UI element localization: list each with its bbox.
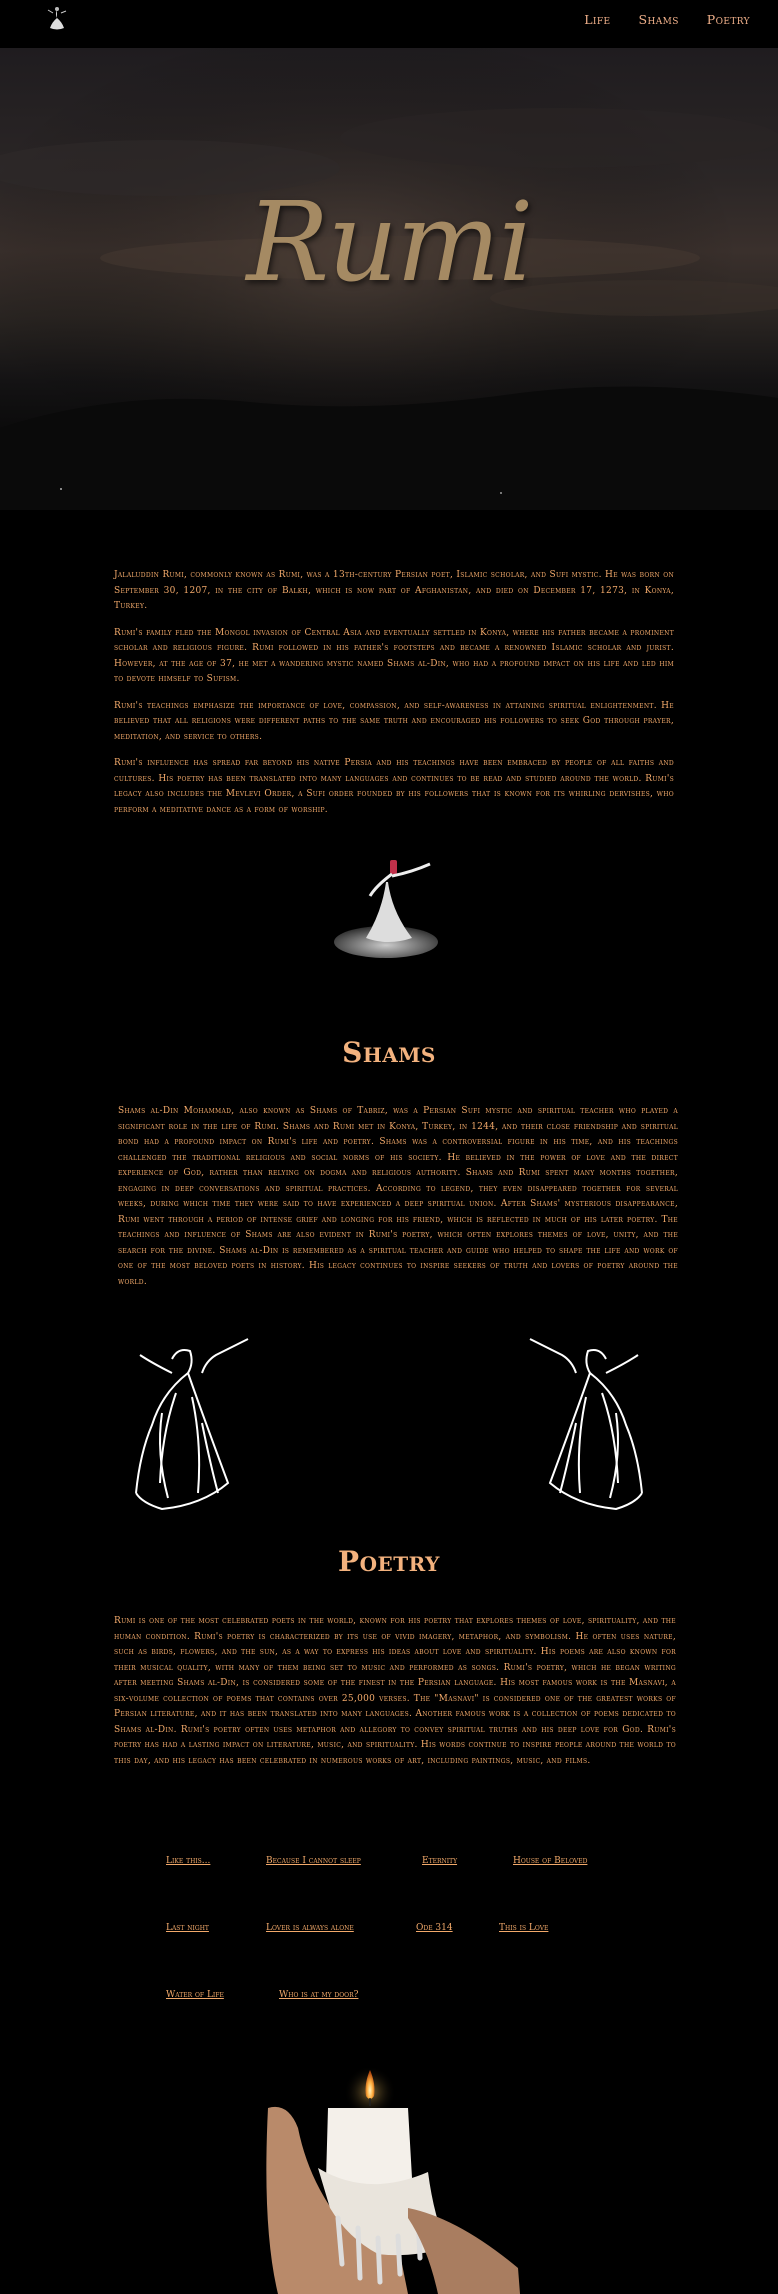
poetry-heading: Poetry <box>338 1545 440 1578</box>
poem-link[interactable]: Ode 314 <box>416 1923 453 1933</box>
poem-link[interactable]: House of Beloved <box>513 1856 587 1866</box>
nav-link-life[interactable]: Life <box>584 12 610 27</box>
shams-heading: Shams <box>342 1036 436 1069</box>
dervish-illustration-right <box>529 1338 643 1511</box>
poem-link[interactable]: Lover is always alone <box>266 1923 354 1933</box>
shams-paragraph: Shams al-Din Mohammad, also known as Sha… <box>118 1106 678 1287</box>
shams-section: Shams al-Din Mohammad, also known as Sha… <box>118 1104 678 1301</box>
poem-link[interactable]: Water of Life <box>166 1990 224 2000</box>
nav-link-poetry[interactable]: Poetry <box>707 12 750 27</box>
poem-link[interactable]: This is Love <box>499 1923 548 1933</box>
whirling-dervish-icon <box>334 860 438 958</box>
hero-banner: Rumi <box>0 48 778 510</box>
life-paragraph: Rumi's influence has spread far beyond h… <box>114 758 675 815</box>
poem-link[interactable]: Eternity <box>422 1856 457 1866</box>
poem-link[interactable]: Like this... <box>166 1856 210 1866</box>
dervish-illustration-left <box>135 1338 249 1511</box>
life-section: Jalaluddin Rumi, commonly known as Rumi,… <box>114 568 674 829</box>
poetry-paragraph: Rumi is one of the most celebrated poets… <box>114 1616 676 1766</box>
life-paragraph: Jalaluddin Rumi, commonly known as Rumi,… <box>114 570 674 611</box>
hero-title: Rumi <box>246 178 533 306</box>
life-paragraph: Rumi's family fled the Mongol invasion o… <box>114 627 674 685</box>
poetry-section: Rumi is one of the most celebrated poets… <box>114 1614 676 1780</box>
life-paragraph: Rumi's teachings emphasize the importanc… <box>114 700 674 742</box>
nav-link-shams[interactable]: Shams <box>639 12 679 27</box>
nav-links: Life Shams Poetry <box>584 12 750 27</box>
top-navbar: Life Shams Poetry <box>0 0 778 48</box>
candle-in-hand-image <box>266 2068 520 2294</box>
poem-link[interactable]: Who is at my door? <box>279 1990 358 2000</box>
poem-link[interactable]: Last night <box>166 1923 209 1933</box>
poem-link[interactable]: Because I cannot sleep <box>266 1856 361 1866</box>
dervish-logo-icon[interactable] <box>42 4 72 34</box>
